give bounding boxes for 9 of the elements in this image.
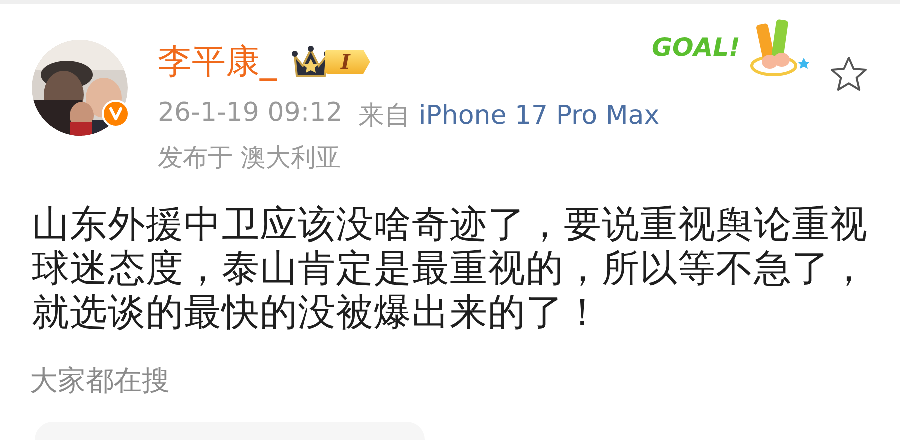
post-source: 来自 iPhone 17 Pro Max [358,100,660,133]
sticker-text: GOAL! [652,32,740,62]
favorite-star-icon[interactable] [830,56,868,92]
author-name[interactable]: 李平康_ [158,39,277,85]
post-text: 山东外援中卫应该没啥奇迹了，要说重视舆论重视球迷态度，泰山肯定是最重视的，所以等不急了，就选谈的最快的没被爆出来的了！ [32,202,869,334]
post-location: 发布于 澳大利亚 [158,142,342,174]
post-time: 26-1-19 09:12 [158,98,343,130]
section-title: 大家都在搜 [30,363,171,399]
level-badge: I [325,50,370,74]
